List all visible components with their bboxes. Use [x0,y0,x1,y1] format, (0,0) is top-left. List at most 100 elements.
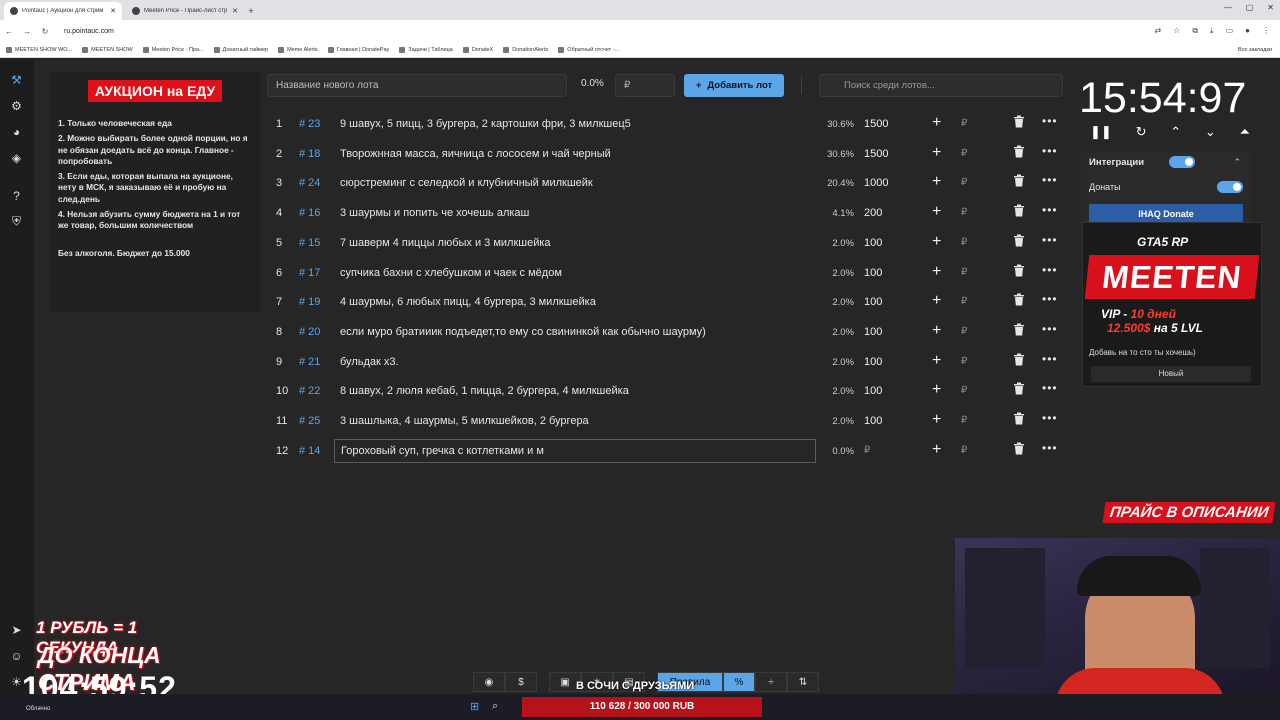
divide-icon[interactable]: ÷ [755,672,787,692]
bookmark-item[interactable]: Обратный отсчет -... [558,46,619,53]
pause-icon[interactable]: ❚❚ [1090,124,1112,140]
chevron-down-icon[interactable]: ⌄ [1205,124,1216,140]
bookmark-item[interactable]: MEETEN SHOW [82,46,133,53]
add-amount-plus-icon[interactable]: + [932,114,941,132]
sort-icon[interactable]: ⇅ [787,672,819,692]
rub-input-field[interactable]: ₽ [961,445,967,456]
lot-name[interactable]: 9 шавух, 5 пицц, 3 бургера, 2 картошки ф… [340,118,631,130]
collapse-chevron-icon[interactable]: ⌃ [1233,157,1241,168]
new-lot-name-input[interactable]: Название нового лота [267,74,567,97]
lot-name[interactable]: 4 шаурмы, 6 любых пицц, 4 бургера, 3 мил… [340,296,596,308]
new-lot-amount-input[interactable]: ₽ [615,74,675,97]
bookmark-item[interactable]: DonationAlerts [503,46,548,53]
lot-name[interactable]: Гороховый суп, гречка с котлетками и м [334,438,816,463]
bookmark-item[interactable]: Главная | DonatePay [327,46,389,53]
lot-id[interactable]: # 23 [299,118,320,130]
lot-id[interactable]: # 25 [299,415,320,427]
lot-name[interactable]: 7 шаверм 4 пиццы любых и 3 милкшейка [340,237,551,249]
delete-trash-icon[interactable] [1013,174,1027,190]
add-amount-plus-icon[interactable]: + [932,292,941,310]
lot-amount[interactable]: 1500 [864,148,888,160]
menu-kebab-icon[interactable]: ⋮ [1262,26,1270,36]
delete-trash-icon[interactable] [1013,264,1027,280]
rub-input-field[interactable]: ₽ [961,356,967,367]
sidebar-icon[interactable]: ▭ [1226,26,1234,36]
rub-input-field[interactable]: ₽ [961,385,967,396]
all-bookmarks[interactable]: Все закладки [1238,47,1272,53]
more-options-icon[interactable]: ••• [1042,233,1058,247]
delete-trash-icon[interactable] [1013,293,1027,309]
donations-toggle[interactable] [1217,181,1243,193]
delete-trash-icon[interactable] [1013,353,1027,369]
shield-check-icon[interactable]: ⛨ [9,214,24,229]
more-options-icon[interactable]: ••• [1042,411,1058,425]
delete-trash-icon[interactable] [1013,323,1027,339]
add-amount-plus-icon[interactable]: + [932,173,941,191]
lot-name[interactable]: 3 шашлыка, 4 шаурмы, 5 милкшейков, 2 бур… [340,415,589,427]
auction-hammer-icon[interactable]: ⚒ [9,72,24,87]
rub-input-field[interactable]: ₽ [961,237,967,248]
delete-trash-icon[interactable] [1013,145,1027,161]
add-amount-plus-icon[interactable]: + [932,203,941,221]
lot-id[interactable]: # 24 [299,177,320,189]
url-field[interactable]: ru.pointauc.com [64,28,1154,35]
add-amount-plus-icon[interactable]: + [932,233,941,251]
more-options-icon[interactable]: ••• [1042,352,1058,366]
more-options-icon[interactable]: ••• [1042,322,1058,336]
bookmark-item[interactable]: DonateX [462,46,493,53]
lot-amount[interactable]: 1000 [864,177,888,189]
lot-id[interactable]: # 15 [299,237,320,249]
github-icon[interactable]: ◉ [473,672,505,692]
more-options-icon[interactable]: ••• [1042,441,1058,455]
delete-trash-icon[interactable] [1013,412,1027,428]
lot-name[interactable]: 8 шавух, 2 люля кебаб, 1 пицца, 2 бургер… [340,385,629,397]
bookmark-item[interactable]: Задачи | Таблица [399,46,453,53]
more-options-icon[interactable]: ••• [1042,173,1058,187]
lot-id[interactable]: # 20 [299,326,320,338]
lot-name[interactable]: Творожнная масса, яичница с лососем и ча… [340,148,611,160]
lot-amount[interactable]: 100 [864,237,882,249]
add-amount-plus-icon[interactable]: + [932,352,941,370]
reload-icon[interactable]: ↻ [36,27,54,36]
lot-amount[interactable]: 100 [864,296,882,308]
rub-input-field[interactable]: ₽ [961,326,967,337]
lot-amount[interactable]: ₽ [864,445,870,456]
wheel-pie-icon[interactable]: ◕ [9,124,24,139]
add-amount-plus-icon[interactable]: + [932,411,941,429]
lot-name[interactable]: 3 шаурмы и попить че хочешь алкаш [340,207,529,219]
rub-input-field[interactable]: ₽ [961,177,967,188]
add-amount-plus-icon[interactable]: + [932,322,941,340]
browser-tab-meeten-price[interactable]: Meeten Price - Прайс-лист стр ✕ [126,2,244,20]
delete-trash-icon[interactable] [1013,204,1027,220]
rub-input-field[interactable]: ₽ [961,207,967,218]
rub-input-field[interactable]: ₽ [961,118,967,129]
integrations-toggle[interactable] [1169,156,1195,168]
lot-amount[interactable]: 100 [864,326,882,338]
more-options-icon[interactable]: ••• [1042,381,1058,395]
more-options-icon[interactable]: ••• [1042,114,1058,128]
lot-id[interactable]: # 14 [299,445,320,457]
add-amount-plus-icon[interactable]: + [932,441,941,459]
lot-amount[interactable]: 100 [864,267,882,279]
add-amount-plus-icon[interactable]: + [932,144,941,162]
bookmark-item[interactable]: Meeten Price - Пра... [142,46,204,53]
add-lot-button[interactable]: + Добавить лот [684,74,784,97]
lot-id[interactable]: # 22 [299,385,320,397]
bookmark-star-icon[interactable]: ☆ [1173,26,1180,36]
delete-trash-icon[interactable] [1013,442,1027,458]
more-options-icon[interactable]: ••• [1042,263,1058,277]
double-chevron-up-icon[interactable]: ⏶ [1240,124,1250,140]
layers-icon[interactable]: ◈ [9,150,24,165]
lot-id[interactable]: # 18 [299,148,320,160]
profile-avatar-icon[interactable]: ● [1245,26,1250,36]
delete-trash-icon[interactable] [1013,115,1027,131]
close-tab-icon[interactable]: ✕ [110,7,116,15]
lot-amount[interactable]: 100 [864,356,882,368]
extensions-icon[interactable]: ⧉ [1192,26,1198,36]
lot-name[interactable]: супчика бахни с хлебушком и чаек с мёдом [340,267,562,279]
lot-amount[interactable]: 100 [864,385,882,397]
lot-id[interactable]: # 21 [299,356,320,368]
minimize-icon[interactable]: — [1224,3,1232,12]
bookmark-item[interactable]: Донатный таймер [213,46,268,53]
delete-trash-icon[interactable] [1013,382,1027,398]
